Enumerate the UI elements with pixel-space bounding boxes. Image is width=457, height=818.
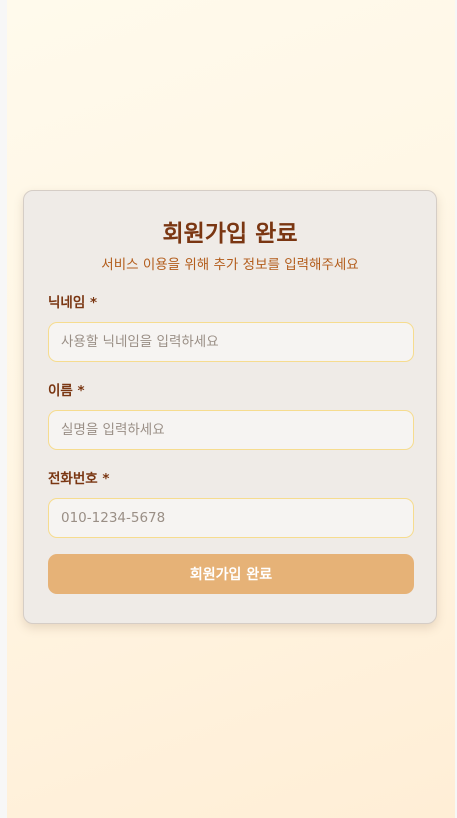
phone-label: 전화번호 * (48, 471, 110, 487)
signup-complete-button[interactable]: 회원가입 완료 (48, 554, 414, 594)
page-left-edge (0, 0, 7, 818)
signup-complete-card: 회원가입 완료 서비스 이용을 위해 추가 정보를 입력해주세요 닉네임 * 이… (23, 190, 437, 624)
card-subtitle: 서비스 이용을 위해 추가 정보를 입력해주세요 (101, 257, 359, 273)
name-label: 이름 * (48, 383, 85, 399)
nickname-label: 닉네임 * (48, 295, 98, 311)
phone-field-group: 전화번호 * (48, 469, 414, 538)
card-title: 회원가입 완료 (162, 221, 298, 247)
nickname-field-group: 닉네임 * (48, 293, 414, 362)
name-field-group: 이름 * (48, 381, 414, 450)
name-input[interactable] (48, 410, 414, 450)
nickname-input[interactable] (48, 322, 414, 362)
phone-input[interactable] (48, 498, 414, 538)
